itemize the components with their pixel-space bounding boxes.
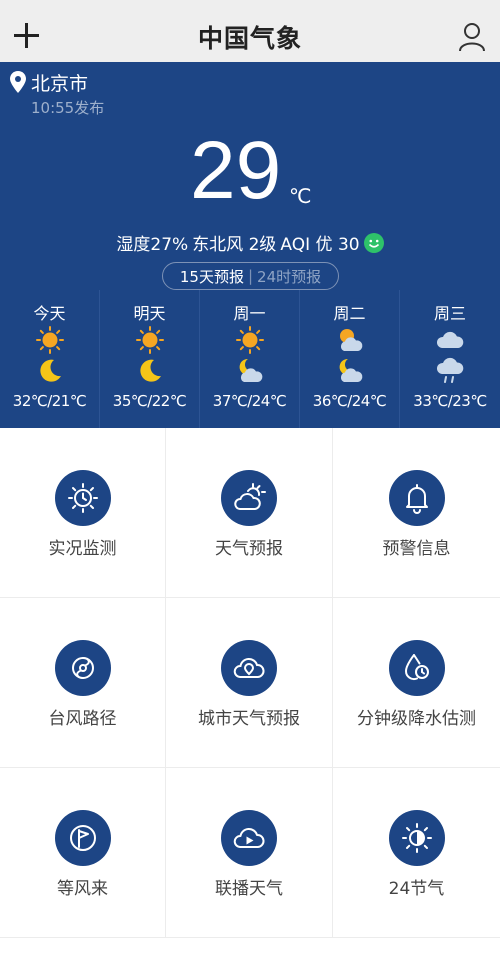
menu-label: 分钟级降水估测 bbox=[357, 709, 476, 729]
moon-cloud-icon bbox=[339, 358, 363, 382]
tab-15-day[interactable]: 15天预报 bbox=[180, 266, 244, 287]
cloud-icon bbox=[436, 331, 464, 348]
sun-cloud-icon bbox=[340, 329, 363, 351]
typhoon-icon bbox=[71, 657, 94, 679]
sun-clock-icon bbox=[67, 483, 98, 513]
menu-label: 24节气 bbox=[388, 879, 445, 899]
forecast-toggle: 15天预报 | 24时预报 bbox=[162, 262, 339, 290]
top-bar: 中国气象 bbox=[0, 0, 500, 62]
bell-icon bbox=[405, 484, 428, 514]
tab-divider: | bbox=[247, 267, 254, 285]
menu-label: 预警信息 bbox=[382, 539, 451, 559]
forecast-day[interactable]: 今天 32℃/21℃ bbox=[0, 290, 100, 428]
day-name: 今天 bbox=[33, 304, 66, 323]
forecast-day[interactable]: 周二 36℃/24℃ bbox=[300, 290, 400, 428]
menu-wait-wind[interactable]: 等风来 bbox=[0, 768, 166, 938]
app-logo: 中国气象 bbox=[197, 24, 302, 53]
icon-badge bbox=[388, 640, 445, 696]
icon-badge bbox=[54, 640, 111, 696]
temperature-range: 35℃/22℃ bbox=[112, 392, 187, 410]
half-sun-icon bbox=[401, 823, 432, 853]
menu-solar-terms[interactable]: 24节气 bbox=[333, 768, 500, 938]
current-conditions: 湿度27% 东北风 2级 AQI 优 30 bbox=[0, 230, 500, 255]
wind-flag-icon bbox=[69, 825, 96, 851]
icon-badge bbox=[54, 470, 111, 526]
menu-city-forecast[interactable]: 城市天气预报 bbox=[166, 598, 333, 768]
icon-badge bbox=[221, 810, 277, 866]
forecast-day[interactable]: 周一 37℃/24℃ bbox=[200, 290, 300, 428]
tab-24-hour[interactable]: 24时预报 bbox=[257, 266, 321, 287]
forecast-days: 今天 32℃/21℃ 明天 35℃/22℃ 周一 37℃/24℃ 周二 36℃/… bbox=[0, 290, 500, 428]
location-pin-icon bbox=[10, 71, 26, 93]
day-name: 明天 bbox=[133, 304, 166, 323]
sun-icon bbox=[36, 326, 64, 354]
sun-icon bbox=[136, 326, 164, 354]
menu-live-monitoring[interactable]: 实况监测 bbox=[0, 428, 166, 598]
humidity: 湿度27% bbox=[116, 235, 189, 255]
icon-badge bbox=[388, 470, 445, 526]
sun-icon bbox=[236, 326, 264, 354]
forecast-day[interactable]: 周三 33℃/23℃ bbox=[400, 290, 500, 428]
aqi-smile-icon bbox=[363, 232, 384, 253]
location[interactable]: 北京市 bbox=[10, 69, 88, 95]
menu-broadcast-weather[interactable]: 联播天气 bbox=[166, 768, 333, 938]
icon-badge bbox=[221, 470, 277, 526]
menu-warnings[interactable]: 预警信息 bbox=[333, 428, 500, 598]
menu-typhoon-path[interactable]: 台风路径 bbox=[0, 598, 166, 768]
user-icon[interactable] bbox=[458, 22, 486, 52]
current-temperature: 29 bbox=[190, 125, 282, 216]
temperature-unit: ℃ bbox=[289, 184, 312, 208]
moon-icon bbox=[40, 359, 61, 382]
temperature-range: 37℃/24℃ bbox=[212, 392, 287, 410]
menu-weather-forecast[interactable]: 天气预报 bbox=[166, 428, 333, 598]
menu-label: 等风来 bbox=[57, 879, 108, 899]
menu-label: 城市天气预报 bbox=[198, 709, 300, 729]
menu-minute-precip[interactable]: 分钟级降水估测 bbox=[333, 598, 500, 768]
day-name: 周一 bbox=[233, 304, 266, 323]
sun-cloud-icon bbox=[234, 483, 266, 510]
forecast-day[interactable]: 明天 35℃/22℃ bbox=[100, 290, 200, 428]
moon-cloud-icon bbox=[239, 358, 263, 382]
cloud-play-icon bbox=[233, 827, 265, 848]
menu-label: 联播天气 bbox=[215, 879, 283, 899]
aqi: AQI 优 30 bbox=[280, 235, 360, 255]
rain-cloud-icon bbox=[436, 357, 464, 383]
raindrop-clock-icon bbox=[404, 654, 429, 681]
city-name: 北京市 bbox=[31, 72, 89, 95]
day-name: 周二 bbox=[333, 304, 366, 323]
publish-time: 10:55发布 bbox=[31, 99, 105, 117]
day-name: 周三 bbox=[433, 304, 466, 323]
feature-grid: 实况监测 天气预报 预警信息 台风路径 城市天气预报 分钟级降水估测 等风来 联… bbox=[0, 428, 500, 938]
icon-badge bbox=[388, 810, 445, 866]
menu-label: 台风路径 bbox=[48, 709, 117, 729]
icon-badge bbox=[221, 640, 277, 696]
cloud-location-icon bbox=[233, 657, 265, 678]
wind: 东北风 2级 bbox=[192, 235, 277, 255]
weather-panel: 北京市 10:55发布 29 ℃ 湿度27% 东北风 2级 AQI 优 30 1… bbox=[0, 62, 500, 428]
menu-label: 天气预报 bbox=[215, 539, 283, 559]
menu-label: 实况监测 bbox=[48, 539, 117, 559]
icon-badge bbox=[54, 810, 111, 866]
temperature-range: 32℃/21℃ bbox=[12, 392, 87, 410]
temperature-range: 33℃/23℃ bbox=[413, 392, 487, 410]
moon-icon bbox=[140, 359, 161, 382]
temperature-range: 36℃/24℃ bbox=[312, 392, 387, 410]
